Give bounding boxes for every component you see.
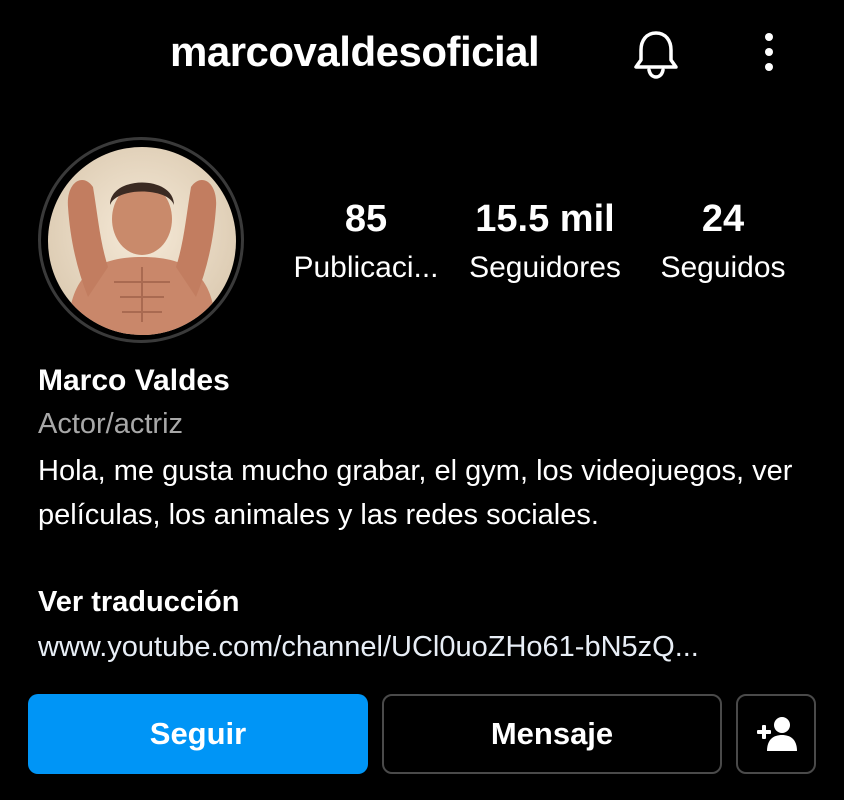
add-person-icon [757, 717, 797, 751]
message-button-label: Mensaje [490, 716, 614, 751]
more-vertical-icon [765, 33, 773, 71]
follow-button[interactable]: Seguir [28, 694, 368, 774]
posts-count: 85 [344, 198, 388, 240]
profile-category: Actor/actriz [38, 408, 184, 440]
followers-count: 15.5 mil [475, 198, 615, 240]
suggested-accounts-button[interactable] [736, 694, 816, 774]
posts-label: Publicaci... [293, 251, 439, 284]
following-label: Seguidos [660, 251, 786, 284]
profile-header: marcovaldesoficial [0, 0, 844, 104]
followers-label: Seguidores [469, 251, 621, 284]
options-button[interactable] [748, 28, 790, 76]
bell-icon [634, 31, 678, 79]
profile-photo [48, 147, 236, 335]
stat-following[interactable]: 24 Seguidos [650, 196, 796, 288]
message-button[interactable]: Mensaje [382, 694, 722, 774]
see-translation-link[interactable]: Ver traducción [38, 583, 239, 621]
follow-button-label: Seguir [149, 716, 247, 751]
avatar[interactable] [48, 147, 236, 335]
stat-posts[interactable]: 85 Publicaci... [286, 196, 446, 288]
profile-website-link[interactable]: www.youtube.com/channel/UCl0uoZHo61-bN5z… [38, 628, 798, 666]
profile-name: Marco Valdes [38, 364, 230, 397]
following-count: 24 [701, 198, 745, 240]
username-title: marcovaldesoficial [170, 28, 540, 75]
profile-bio: Hola, me gusta mucho grabar, el gym, los… [38, 455, 793, 531]
stat-followers[interactable]: 15.5 mil Seguidores [460, 196, 630, 288]
notifications-button[interactable] [628, 26, 684, 82]
